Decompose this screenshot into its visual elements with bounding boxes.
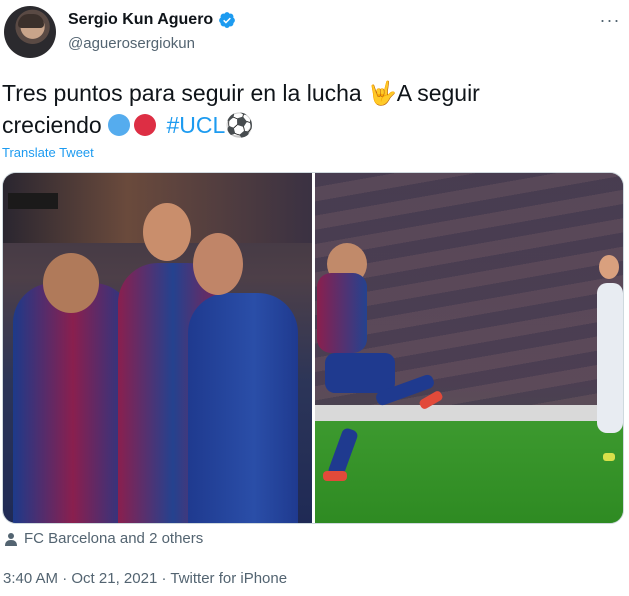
tagged-users-label[interactable]: FC Barcelona and 2 others — [24, 530, 203, 547]
tagged-users[interactable]: FC Barcelona and 2 others — [4, 530, 203, 547]
meta-separator: · — [157, 570, 171, 587]
tweet-text-part2: A seguir — [396, 80, 480, 106]
meta-separator: · — [58, 570, 72, 587]
tweet-metadata: 3:40 AM · Oct 21, 2021 · Twitter for iPh… — [3, 570, 287, 587]
tweet-text-part1: Tres puntos para seguir en la lucha — [2, 80, 369, 106]
tweet-text-part3: creciendo — [2, 112, 109, 138]
tweet-text: Tres puntos para seguir en la lucha 🤟A s… — [2, 78, 602, 142]
translate-tweet-link[interactable]: Translate Tweet — [2, 145, 94, 160]
avatar[interactable] — [4, 6, 56, 58]
author-name[interactable]: Sergio Kun Aguero — [68, 11, 213, 29]
tweet-time[interactable]: 3:40 AM — [3, 570, 58, 587]
hashtag-link[interactable]: #UCL — [167, 112, 226, 138]
hand-emoji-icon: 🤟 — [368, 81, 397, 107]
author-handle[interactable]: @aguerosergiokun — [68, 35, 195, 52]
more-options-icon[interactable]: ··· — [598, 10, 622, 30]
verified-badge-icon — [219, 12, 236, 28]
soccer-ball-emoji-icon: ⚽ — [225, 113, 254, 139]
media-gallery — [2, 172, 624, 524]
photo-celebration[interactable] — [3, 173, 312, 523]
tweet-date[interactable]: Oct 21, 2021 — [71, 570, 157, 587]
person-icon — [5, 532, 17, 546]
author-name-row[interactable]: Sergio Kun Aguero — [68, 11, 236, 29]
red-circle-emoji-icon — [134, 114, 157, 136]
photo-striking-ball[interactable] — [315, 173, 623, 523]
tweet-source[interactable]: Twitter for iPhone — [170, 570, 287, 587]
blue-circle-emoji-icon — [108, 114, 131, 136]
